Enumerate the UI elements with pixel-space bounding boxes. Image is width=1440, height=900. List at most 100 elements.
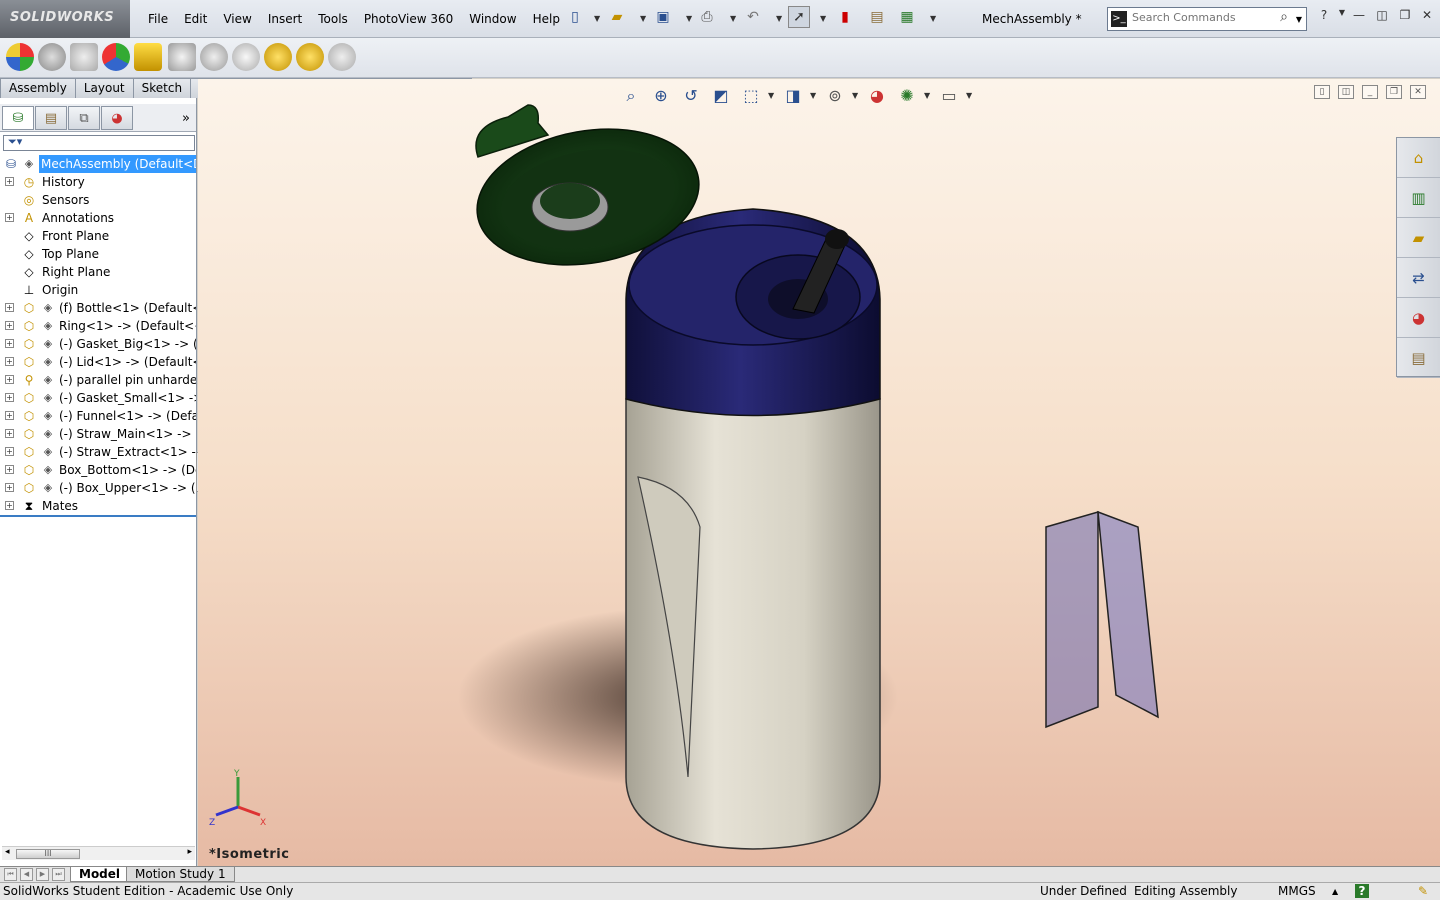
menu-tools[interactable]: Tools (310, 10, 356, 28)
tree-component[interactable]: + ⬡ ◈ (-) Funnel<1> -> (Default<<Default>_D… (0, 407, 196, 425)
expand-toggle-icon[interactable]: + (5, 447, 14, 456)
appearances-scenes-icon[interactable]: ◕ (1397, 298, 1440, 338)
copy-appearance-icon[interactable] (70, 43, 98, 71)
expand-toggle-icon[interactable]: + (5, 501, 14, 510)
feature-manager-tab[interactable]: ⛁ (2, 106, 34, 130)
command-tab-layout[interactable]: Layout (74, 78, 134, 98)
viewport-restore-icon[interactable]: ❐ (1386, 85, 1402, 99)
more-tabs-chevron-icon[interactable]: » (182, 111, 190, 126)
units-arrow-icon[interactable]: ▲ (1332, 883, 1338, 900)
tree-item-origin[interactable]: ⊥ Origin (0, 281, 196, 299)
solidworks-logo[interactable]: SOLIDWORKS (0, 0, 130, 38)
tile-window-button[interactable]: ◫ (1373, 8, 1391, 26)
tree-item-top-plane[interactable]: ◇ Top Plane (0, 245, 196, 263)
display-manager-tab[interactable]: ◕ (101, 106, 133, 130)
configuration-manager-tab[interactable]: ⧉ (68, 106, 100, 130)
tree-component[interactable]: + ⬡ ◈ (-) Gasket_Small<1> -> (Default<<Defa… (0, 389, 196, 407)
menu-window[interactable]: Window (461, 10, 524, 28)
tree-item-sensors[interactable]: ◎ Sensors (0, 191, 196, 209)
tree-root-assembly[interactable]: ⛁ ◈ MechAssembly (Default<Display State-1>… (0, 155, 196, 173)
file-explorer-folder-icon[interactable]: ▰ (1397, 218, 1440, 258)
viewport-single-icon[interactable]: ▯ (1314, 85, 1330, 99)
tree-component[interactable]: + ⬡ ◈ (-) Box_Upper<1> -> (Default<<Default… (0, 479, 196, 497)
scrollbar-thumb[interactable]: III (16, 849, 80, 859)
print-icon[interactable]: ⎙ (696, 6, 718, 28)
new-document-icon[interactable]: ▯ (564, 6, 586, 28)
solidworks-resources-home-icon[interactable]: ⌂ (1397, 138, 1440, 178)
expand-toggle-icon[interactable]: + (5, 321, 14, 330)
options-dropdown-arrow[interactable]: ▼ (930, 14, 936, 23)
search-dropdown-arrow[interactable]: ▼ (1296, 15, 1302, 24)
menu-help[interactable]: Help (525, 10, 568, 28)
design-library-icon[interactable]: ▥ (1397, 178, 1440, 218)
expand-toggle-icon[interactable]: + (5, 339, 14, 348)
preview-window-icon[interactable] (168, 43, 196, 71)
decal-icon[interactable] (134, 43, 162, 71)
tree-component[interactable]: + ⬡ ◈ (f) Bottle<1> (Default<<Default>_Disp… (0, 299, 196, 317)
first-tab-icon[interactable]: ⏮ (4, 868, 17, 881)
search-icon[interactable]: ⌕ (1280, 9, 1288, 25)
save-icon[interactable]: ▣ (652, 6, 674, 28)
select-pointer-icon[interactable]: ➚ (788, 6, 810, 28)
options-icon[interactable]: ▦ (896, 6, 918, 28)
tree-horizontal-scrollbar[interactable]: ◂ III ▸ (2, 846, 195, 860)
expand-toggle-icon[interactable]: + (5, 357, 14, 366)
open-folder-icon[interactable]: ▰ (606, 6, 628, 28)
property-manager-tab[interactable]: ▤ (35, 106, 67, 130)
help-dropdown-arrow[interactable]: ▼ (1333, 8, 1351, 26)
print-dropdown-arrow[interactable]: ▼ (730, 14, 736, 23)
scene-icon[interactable] (102, 43, 130, 71)
open-dropdown-arrow[interactable]: ▼ (640, 14, 646, 23)
undo-icon[interactable]: ↶ (742, 6, 764, 28)
edit-appearance-icon[interactable] (38, 43, 66, 71)
menu-photoview-360[interactable]: PhotoView 360 (356, 10, 461, 28)
file-properties-icon[interactable]: ▤ (866, 6, 888, 28)
expand-toggle-icon[interactable]: + (5, 429, 14, 438)
scroll-left-arrow-icon[interactable]: ◂ (5, 847, 10, 857)
viewport-minimize-icon[interactable]: _ (1362, 85, 1378, 99)
tree-component[interactable]: + ⚲ ◈ (-) parallel pin unhardened (0, 371, 196, 389)
custom-properties-icon[interactable]: ▤ (1397, 338, 1440, 378)
prev-tab-icon[interactable]: ◀ (20, 868, 33, 881)
tree-component[interactable]: + ⬡ ◈ Ring<1> -> (Default<<Default>_Display… (0, 317, 196, 335)
restore-window-button[interactable]: ❐ (1396, 8, 1414, 26)
tree-component[interactable]: + ⬡ ◈ Box_Bottom<1> -> (Default<<Default>_D… (0, 461, 196, 479)
menu-insert[interactable]: Insert (260, 10, 310, 28)
minimize-window-button[interactable]: — (1350, 8, 1368, 26)
tree-item-history[interactable]: + ◷ History (0, 173, 196, 191)
tree-component[interactable]: + ⬡ ◈ (-) Lid<1> -> (Default<<Default>_Disp… (0, 353, 196, 371)
bottle-assembly-model[interactable] (448, 87, 1208, 857)
tree-item-front-plane[interactable]: ◇ Front Plane (0, 227, 196, 245)
graphics-area[interactable]: ⌕ ⊕ ↺ ◩ ⬚ ▼ ◨ ▼ ⊚ ▼ ◕ ✺ ▼ ▭ ▼ ▯ ◫ _ ❐ ✕ (198, 79, 1440, 866)
next-tab-icon[interactable]: ▶ (36, 868, 49, 881)
viewport-split-icon[interactable]: ◫ (1338, 85, 1354, 99)
expand-toggle-icon[interactable]: + (5, 213, 14, 222)
menu-file[interactable]: File (140, 10, 176, 28)
units-selector[interactable]: MMGS (1278, 883, 1316, 900)
tree-component[interactable]: + ⬡ ◈ (-) Straw_Main<1> -> (Default<<Defaul… (0, 425, 196, 443)
render-options-icon[interactable] (264, 43, 292, 71)
expand-toggle-icon[interactable]: + (5, 393, 14, 402)
tree-filter-input[interactable]: ⏷▾ (3, 135, 195, 151)
tree-component[interactable]: + ⬡ ◈ (-) Gasket_Big<1> -> (Default<<Defaul… (0, 335, 196, 353)
schedule-render-icon[interactable] (296, 43, 324, 71)
final-render-icon[interactable] (232, 43, 260, 71)
save-dropdown-arrow[interactable]: ▼ (686, 14, 692, 23)
tree-rollback-bar[interactable] (0, 515, 196, 517)
bottom-tab-model[interactable]: Model (70, 867, 130, 882)
expand-toggle-icon[interactable]: + (5, 375, 14, 384)
tree-item-mates[interactable]: + ⧗ Mates (0, 497, 196, 515)
expand-toggle-icon[interactable]: + (5, 177, 14, 186)
tree-item-right-plane[interactable]: ◇ Right Plane (0, 263, 196, 281)
integrated-preview-icon[interactable] (200, 43, 228, 71)
new-dropdown-arrow[interactable]: ▼ (594, 14, 600, 23)
close-window-button[interactable]: ✕ (1418, 8, 1436, 26)
view-palette-icon[interactable]: ⇄ (1397, 258, 1440, 298)
help-icon[interactable]: ? (1315, 8, 1333, 26)
rebuild-status-icon[interactable]: ✎ (1418, 883, 1428, 900)
tree-component[interactable]: + ⬡ ◈ (-) Straw_Extract<1> -> (Default<<Def… (0, 443, 196, 461)
last-tab-icon[interactable]: ⏭ (52, 868, 65, 881)
bottom-tab-motion-study-1[interactable]: Motion Study 1 (126, 867, 235, 882)
quick-tips-help-icon[interactable]: ? (1355, 884, 1369, 898)
expand-toggle-icon[interactable]: + (5, 303, 14, 312)
